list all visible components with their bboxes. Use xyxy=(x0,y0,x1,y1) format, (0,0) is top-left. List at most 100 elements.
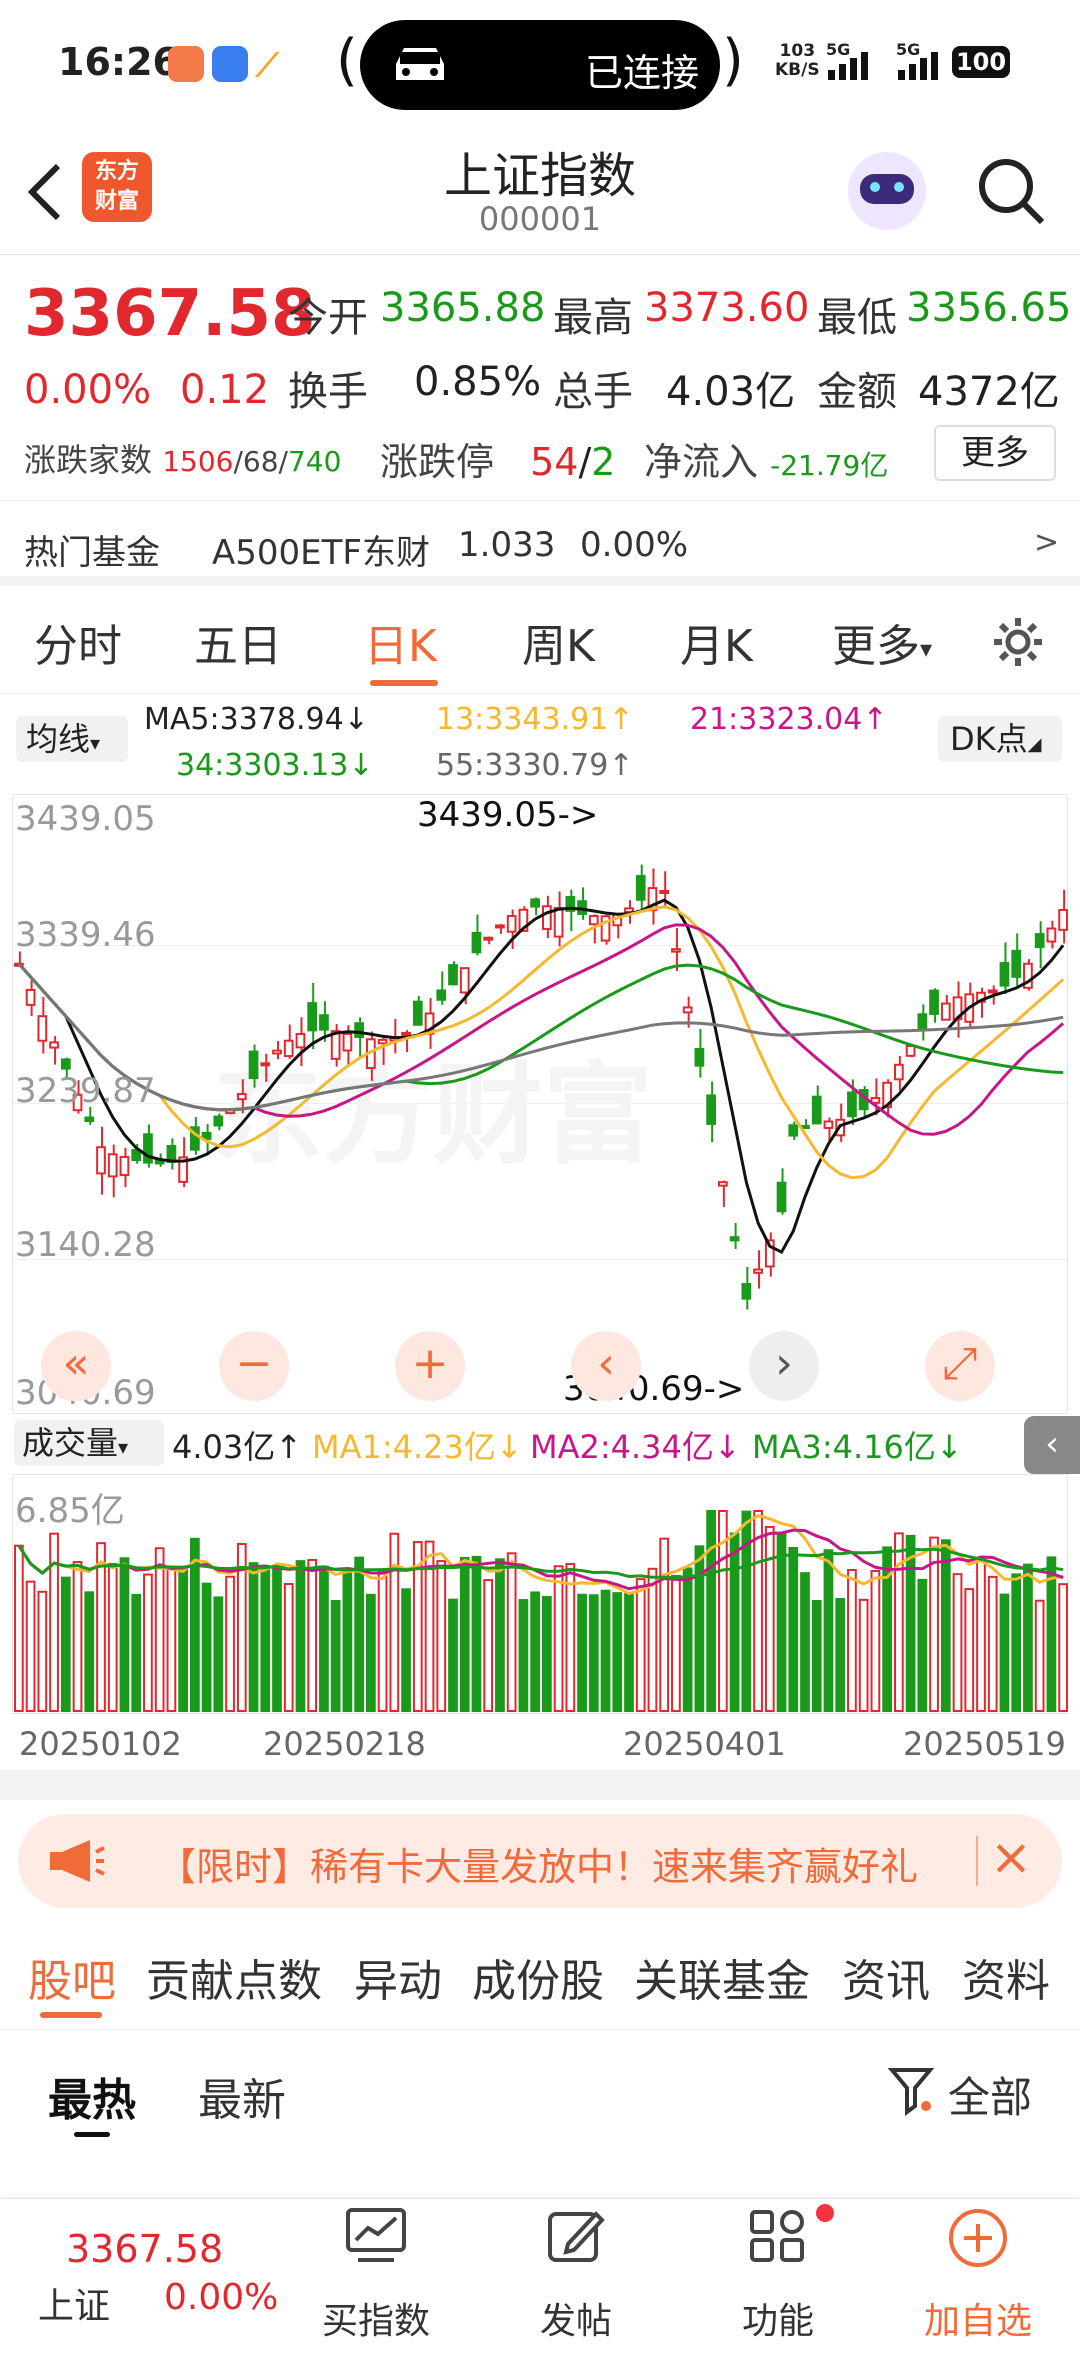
candle-body xyxy=(459,967,470,994)
volume-bar xyxy=(917,1578,928,1713)
car-connection-pill[interactable]: 已连接 xyxy=(360,20,720,110)
volume-selector[interactable]: 成交量▾ xyxy=(14,1420,164,1466)
megaphone-icon xyxy=(50,1840,105,1882)
tab-monthly-k[interactable]: 月K xyxy=(680,610,753,674)
volume-bar xyxy=(624,1592,634,1712)
candle-body xyxy=(753,1268,763,1274)
tab-constituents[interactable]: 成份股 xyxy=(472,1945,604,2009)
search-icon[interactable] xyxy=(974,154,1048,228)
volume-bar xyxy=(764,1525,775,1712)
volume-bar xyxy=(1011,1573,1022,1712)
ma-selector[interactable]: 均线▾ xyxy=(16,716,128,762)
tab-five-day[interactable]: 五日 xyxy=(194,610,282,674)
change-pct: 0.00% xyxy=(24,367,152,413)
tab-profile[interactable]: 资料 xyxy=(962,1945,1050,2009)
zoom-in-icon[interactable]: + xyxy=(395,1331,465,1401)
low-label: 最低 xyxy=(817,295,897,341)
candle-body xyxy=(260,1062,271,1067)
scroll-right-icon[interactable]: › xyxy=(749,1331,819,1401)
scroll-left-fast-icon[interactable]: « xyxy=(41,1331,111,1401)
candle-chart[interactable]: 东方财富 3439.05 3339.46 3239.87 3140.28 304… xyxy=(12,794,1069,1414)
volume-value: 4.03亿 xyxy=(666,369,796,415)
feed-tab-hot[interactable]: 最热 xyxy=(48,2064,136,2128)
functions-label[interactable]: 功能 xyxy=(698,2292,858,2344)
volume-bar xyxy=(823,1549,834,1712)
candle-body xyxy=(448,964,458,986)
volume-bar xyxy=(894,1532,904,1712)
tab-contribution[interactable]: 贡献点数 xyxy=(146,1945,322,2009)
dk-point-button[interactable]: DK点◢ xyxy=(938,716,1062,762)
app-notification-icon xyxy=(168,46,204,82)
buy-index-label[interactable]: 买指数 xyxy=(296,2292,456,2344)
tab-intraday[interactable]: 分时 xyxy=(34,610,122,674)
candle-body xyxy=(377,1038,388,1045)
volume-bar xyxy=(976,1559,986,1712)
high-annotation: 3439.05-> xyxy=(417,795,599,835)
amount-value: 4372亿 xyxy=(918,369,1060,415)
volume-bar xyxy=(37,1590,48,1712)
candle-body xyxy=(1011,949,1022,978)
candle-body xyxy=(847,1091,857,1118)
tab-guba[interactable]: 股吧 xyxy=(28,1945,116,2009)
y-axis-label-2: 3239.87 xyxy=(15,1071,156,1111)
add-watchlist-label[interactable]: 加自选 xyxy=(898,2292,1058,2344)
tab-weekly-k[interactable]: 周K xyxy=(522,610,595,674)
filter-icon[interactable] xyxy=(888,2066,934,2116)
volume-bar xyxy=(131,1593,142,1712)
breadth-down: 740 xyxy=(287,445,342,478)
volume-bar xyxy=(354,1556,364,1713)
more-button[interactable]: 更多 xyxy=(934,425,1056,481)
candle-body xyxy=(483,936,494,941)
candle-body xyxy=(49,1041,59,1049)
tab-news[interactable]: 资讯 xyxy=(842,1945,930,2009)
zoom-out-icon[interactable]: − xyxy=(219,1331,289,1401)
volume-bar xyxy=(553,1565,564,1713)
candle-body xyxy=(272,1049,282,1055)
volume-bar xyxy=(119,1557,130,1712)
fullscreen-icon[interactable]: ⤢ xyxy=(925,1331,995,1401)
close-promo-icon[interactable]: × xyxy=(990,1828,1032,1886)
post-icon[interactable] xyxy=(546,2206,606,2266)
candle-body xyxy=(84,1116,95,1123)
post-label[interactable]: 发帖 xyxy=(496,2292,656,2344)
netflow-label: 净流入 xyxy=(644,440,759,484)
candle-body xyxy=(495,924,505,929)
candle-body xyxy=(905,1044,916,1057)
tab-related-funds[interactable]: 关联基金 xyxy=(634,1945,810,2009)
volume-bar xyxy=(635,1578,646,1712)
volume-bar xyxy=(870,1569,881,1712)
volume-bar xyxy=(940,1539,951,1712)
quote-panel: 3367.58 0.00% 0.12 今开 3365.88 最高 3373.60… xyxy=(0,255,1080,500)
candle-body xyxy=(401,1031,411,1036)
tab-more[interactable]: 更多▾ xyxy=(832,610,932,674)
volume-bar xyxy=(987,1575,998,1713)
add-watchlist-icon[interactable] xyxy=(946,2206,1010,2270)
tab-anomaly[interactable]: 异动 xyxy=(354,1945,442,2009)
tab-daily-k[interactable]: 日K xyxy=(364,610,437,674)
hot-fund-arrow-icon: > xyxy=(1034,525,1060,560)
volume-chart[interactable]: 6.85亿 20250102 20250218 20250401 2025051… xyxy=(12,1474,1069,1763)
filter-label[interactable]: 全部 xyxy=(948,2064,1032,2125)
candle-body xyxy=(107,1153,118,1178)
robot-assistant-icon[interactable] xyxy=(848,152,926,230)
breadth-sep2: / xyxy=(278,445,288,478)
promo-banner[interactable]: 【限时】稀有卡大量发放中！速来集齐赢好礼 × xyxy=(18,1814,1062,1908)
feed-tab-latest[interactable]: 最新 xyxy=(198,2064,286,2128)
functions-icon[interactable] xyxy=(748,2206,808,2266)
bottom-price: 3367.58 xyxy=(66,2227,224,2271)
candle-body xyxy=(236,1093,247,1101)
x-axis-label-1: 20250218 xyxy=(263,1725,426,1763)
volume-bar xyxy=(952,1573,963,1712)
volume-bar xyxy=(753,1510,763,1712)
car-notification-icon xyxy=(212,46,248,82)
buy-index-icon[interactable] xyxy=(344,2206,408,2266)
candle-body xyxy=(471,932,482,954)
settings-gear-icon[interactable] xyxy=(990,614,1046,670)
ma-selector-label: 均线 xyxy=(26,720,91,758)
volume-bar xyxy=(330,1599,341,1712)
tab-more-label: 更多 xyxy=(832,621,920,672)
collapse-panel-icon[interactable]: ‹ xyxy=(1024,1416,1080,1474)
volume-bar xyxy=(495,1558,505,1712)
hot-fund-bar[interactable]: 热门基金 A500ETF东财 1.033 0.00% > xyxy=(0,500,1080,586)
scroll-left-icon[interactable]: ‹ xyxy=(571,1331,641,1401)
